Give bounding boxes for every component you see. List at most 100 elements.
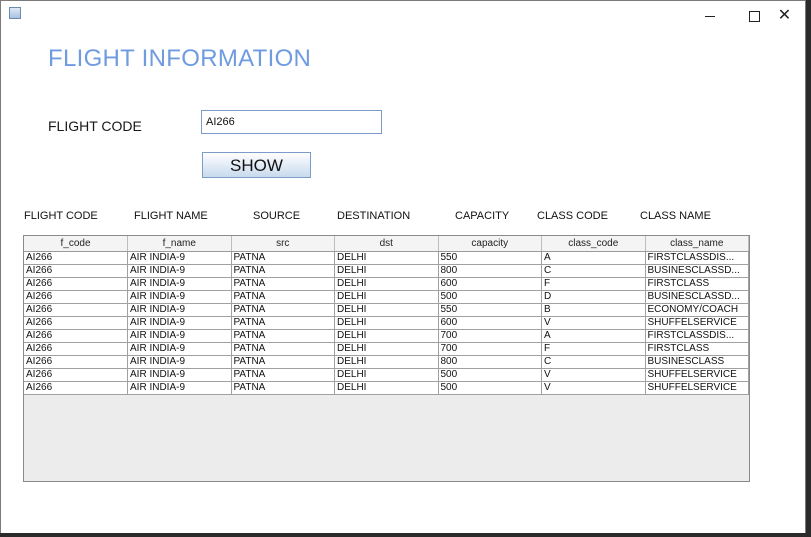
table-cell-src[interactable]: PATNA	[231, 355, 335, 369]
table-cell-capacity[interactable]: 550	[438, 303, 542, 317]
table-cell-dst[interactable]: DELHI	[334, 264, 439, 278]
column-header-dst[interactable]: dst	[334, 236, 439, 252]
table-cell-class-name[interactable]: FIRSTCLASSDIS...	[645, 251, 749, 265]
table-cell-capacity[interactable]: 800	[438, 355, 542, 369]
column-header-capacity[interactable]: capacity	[438, 236, 542, 252]
table-row[interactable]: AI266 AIR INDIA-9 PATNA DELHI 500 V SHUFFELSER…	[24, 368, 749, 382]
table-cell-src[interactable]: PATNA	[231, 316, 335, 330]
table-cell-f-code[interactable]: AI266	[24, 342, 128, 356]
close-button[interactable]: ✕	[762, 1, 807, 31]
table-cell-dst[interactable]: DELHI	[334, 277, 439, 291]
table-cell-dst[interactable]: DELHI	[334, 303, 439, 317]
table-cell-dst[interactable]: DELHI	[334, 381, 439, 395]
table-cell-src[interactable]: PATNA	[231, 342, 335, 356]
table-cell-f-name[interactable]: AIR INDIA-9	[127, 381, 232, 395]
table-cell-capacity[interactable]: 800	[438, 264, 542, 278]
table-row[interactable]: AI266 AIR INDIA-9 PATNA DELHI 500 D BUSINESCLA…	[24, 290, 749, 304]
table-cell-f-code[interactable]: AI266	[24, 303, 128, 317]
column-header-class-code[interactable]: class_code	[541, 236, 646, 252]
flight-code-input[interactable]	[201, 110, 382, 134]
table-row[interactable]: AI266 AIR INDIA-9 PATNA DELHI 550 B ECONOMY/CO…	[24, 303, 749, 317]
table-cell-capacity[interactable]: 550	[438, 251, 542, 265]
table-cell-capacity[interactable]: 500	[438, 381, 542, 395]
table-cell-class-name[interactable]: BUSINESCLASSD...	[645, 264, 749, 278]
table-cell-f-name[interactable]: AIR INDIA-9	[127, 316, 232, 330]
table-cell-f-code[interactable]: AI266	[24, 381, 128, 395]
table-cell-capacity[interactable]: 600	[438, 316, 542, 330]
table-row[interactable]: AI266 AIR INDIA-9 PATNA DELHI 600 V SHUFFELSER…	[24, 316, 749, 330]
table-cell-dst[interactable]: DELHI	[334, 342, 439, 356]
column-header-f-code[interactable]: f_code	[24, 236, 128, 252]
table-cell-src[interactable]: PATNA	[231, 290, 335, 304]
table-cell-f-code[interactable]: AI266	[24, 264, 128, 278]
table-cell-class-code[interactable]: B	[541, 303, 646, 317]
table-cell-dst[interactable]: DELHI	[334, 355, 439, 369]
table-cell-class-name[interactable]: FIRSTCLASS	[645, 342, 749, 356]
flight-table[interactable]: f_code f_name src dst capacity class_cod…	[23, 235, 750, 482]
table-cell-class-code[interactable]: V	[541, 381, 646, 395]
table-row[interactable]: AI266 AIR INDIA-9 PATNA DELHI 700 F FIRSTCLASS	[24, 342, 749, 356]
table-cell-class-code[interactable]: C	[541, 355, 646, 369]
table-cell-class-code[interactable]: C	[541, 264, 646, 278]
table-cell-class-name[interactable]: BUSINESCLASSD...	[645, 290, 749, 304]
table-cell-class-name[interactable]: ECONOMY/COACH	[645, 303, 749, 317]
table-cell-src[interactable]: PATNA	[231, 264, 335, 278]
table-cell-f-name[interactable]: AIR INDIA-9	[127, 251, 232, 265]
table-cell-class-name[interactable]: SHUFFELSERVICE	[645, 316, 749, 330]
table-cell-f-code[interactable]: AI266	[24, 277, 128, 291]
table-cell-src[interactable]: PATNA	[231, 277, 335, 291]
table-cell-class-code[interactable]: D	[541, 290, 646, 304]
table-cell-f-name[interactable]: AIR INDIA-9	[127, 368, 232, 382]
table-cell-src[interactable]: PATNA	[231, 329, 335, 343]
table-cell-capacity[interactable]: 600	[438, 277, 542, 291]
table-cell-class-name[interactable]: FIRSTCLASSDIS...	[645, 329, 749, 343]
table-cell-class-code[interactable]: A	[541, 251, 646, 265]
show-button[interactable]: SHOW	[202, 152, 311, 178]
table-row[interactable]: AI266 AIR INDIA-9 PATNA DELHI 500 V SHUFFELSER…	[24, 381, 749, 395]
table-cell-class-code[interactable]: F	[541, 342, 646, 356]
column-header-src[interactable]: src	[231, 236, 335, 252]
table-cell-f-name[interactable]: AIR INDIA-9	[127, 342, 232, 356]
table-cell-class-code[interactable]: V	[541, 368, 646, 382]
table-cell-dst[interactable]: DELHI	[334, 316, 439, 330]
table-cell-f-name[interactable]: AIR INDIA-9	[127, 277, 232, 291]
column-header-class-name[interactable]: class_name	[645, 236, 749, 252]
table-cell-f-code[interactable]: AI266	[24, 329, 128, 343]
table-cell-f-code[interactable]: AI266	[24, 368, 128, 382]
column-header-f-name[interactable]: f_name	[127, 236, 232, 252]
table-row[interactable]: AI266 AIR INDIA-9 PATNA DELHI 550 A FIRSTCLASS…	[24, 251, 749, 265]
table-cell-class-code[interactable]: V	[541, 316, 646, 330]
table-cell-src[interactable]: PATNA	[231, 251, 335, 265]
table-row[interactable]: AI266 AIR INDIA-9 PATNA DELHI 600 F FIRSTCLASS	[24, 277, 749, 291]
table-cell-capacity[interactable]: 700	[438, 329, 542, 343]
table-cell-class-code[interactable]: F	[541, 277, 646, 291]
table-row[interactable]: AI266 AIR INDIA-9 PATNA DELHI 800 C BUSINESCLA…	[24, 355, 749, 369]
table-cell-class-name[interactable]: SHUFFELSERVICE	[645, 368, 749, 382]
table-cell-f-name[interactable]: AIR INDIA-9	[127, 355, 232, 369]
table-cell-f-name[interactable]: AIR INDIA-9	[127, 329, 232, 343]
table-cell-src[interactable]: PATNA	[231, 303, 335, 317]
table-cell-f-code[interactable]: AI266	[24, 316, 128, 330]
table-cell-src[interactable]: PATNA	[231, 381, 335, 395]
table-cell-capacity[interactable]: 500	[438, 290, 542, 304]
table-cell-f-code[interactable]: AI266	[24, 290, 128, 304]
table-cell-f-code[interactable]: AI266	[24, 355, 128, 369]
table-cell-capacity[interactable]: 700	[438, 342, 542, 356]
table-cell-dst[interactable]: DELHI	[334, 329, 439, 343]
table-row[interactable]: AI266 AIR INDIA-9 PATNA DELHI 800 C BUSINESCLA…	[24, 264, 749, 278]
table-cell-class-code[interactable]: A	[541, 329, 646, 343]
minimize-button[interactable]	[687, 1, 732, 31]
table-cell-dst[interactable]: DELHI	[334, 251, 439, 265]
table-row[interactable]: AI266 AIR INDIA-9 PATNA DELHI 700 A FIRSTCLASS…	[24, 329, 749, 343]
table-cell-class-name[interactable]: SHUFFELSERVICE	[645, 381, 749, 395]
table-cell-f-code[interactable]: AI266	[24, 251, 128, 265]
table-cell-class-name[interactable]: BUSINESCLASS	[645, 355, 749, 369]
table-cell-capacity[interactable]: 500	[438, 368, 542, 382]
table-cell-f-name[interactable]: AIR INDIA-9	[127, 290, 232, 304]
table-cell-f-name[interactable]: AIR INDIA-9	[127, 303, 232, 317]
table-cell-class-name[interactable]: FIRSTCLASS	[645, 277, 749, 291]
table-cell-dst[interactable]: DELHI	[334, 368, 439, 382]
table-cell-dst[interactable]: DELHI	[334, 290, 439, 304]
table-cell-f-name[interactable]: AIR INDIA-9	[127, 264, 232, 278]
table-cell-src[interactable]: PATNA	[231, 368, 335, 382]
